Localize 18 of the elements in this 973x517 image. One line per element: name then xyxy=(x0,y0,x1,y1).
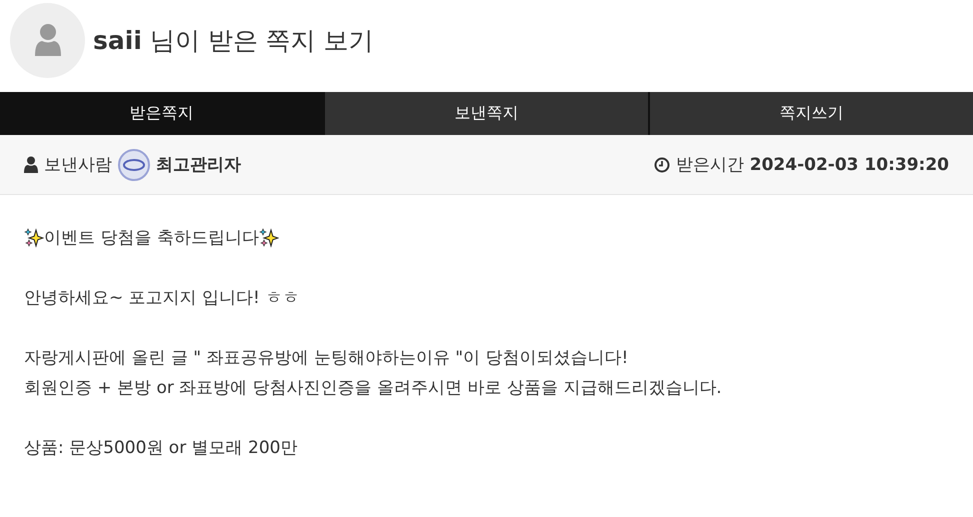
user-icon xyxy=(34,23,62,57)
sparkles-icon xyxy=(258,228,279,248)
sender-label: 보낸사람 xyxy=(44,154,112,176)
tab[interactable]: 쪽지쓰기 xyxy=(650,92,973,135)
message-text: 회원인증 + 본방 or 좌표방에 당첨사진인증을 올려주시면 바로 상품을 지급해드리겠습니다. xyxy=(24,377,723,400)
message-text: 자랑게시판에 올린 글 " 좌표공유방에 눈팅해야하는이유 "이 당첨이되셨습니다! xyxy=(24,347,630,370)
sender-name: 최고관리자 xyxy=(156,154,241,176)
user-icon xyxy=(24,156,38,173)
message-text: 안녕하세요~ 포고지지 입니다! ㅎㅎ xyxy=(24,287,300,310)
clock-icon xyxy=(654,156,670,172)
received-time: 2024-02-03 10:39:20 xyxy=(750,154,949,174)
received-time-label: 받은시간 xyxy=(676,154,744,176)
page-title: saii 님이 받은 쪽지 보기 xyxy=(93,24,374,56)
message-text: 상품: 문상5000원 or 별모래 200만 xyxy=(24,437,298,460)
message-heading: 이벤트 당첨을 축하드립니다 xyxy=(44,227,259,250)
sparkles-icon xyxy=(24,228,44,248)
tab[interactable]: 보낸쪽지 xyxy=(325,92,650,135)
emblem-icon xyxy=(118,148,150,180)
